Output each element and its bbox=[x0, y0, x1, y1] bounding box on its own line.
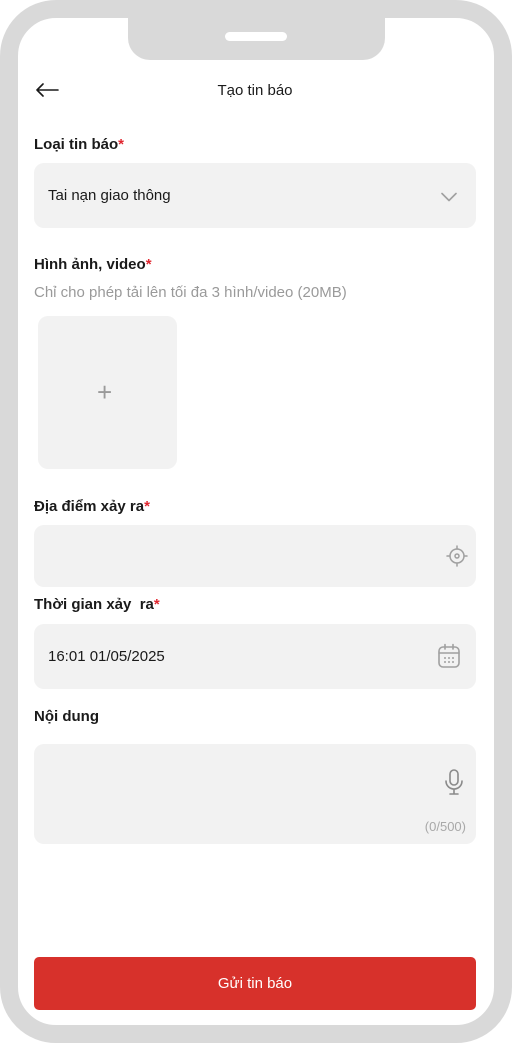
media-hint: Chỉ cho phép tải lên tối đa 3 hình/video… bbox=[34, 284, 347, 301]
location-label: Địa điểm xảy ra* bbox=[34, 498, 150, 515]
time-picker[interactable]: 16:01 01/05/2025 bbox=[34, 624, 476, 689]
content-textarea[interactable]: (0/500) bbox=[34, 744, 476, 844]
calendar-icon bbox=[437, 643, 461, 674]
report-type-label: Loại tin báo* bbox=[34, 136, 124, 153]
microphone-icon[interactable] bbox=[444, 769, 464, 801]
time-value: 16:01 01/05/2025 bbox=[48, 648, 165, 665]
header: Tạo tin báo bbox=[34, 76, 476, 108]
media-label-text: Hình ảnh, video bbox=[34, 256, 146, 273]
submit-report-button[interactable]: Gửi tin báo bbox=[34, 957, 476, 1010]
media-label: Hình ảnh, video* bbox=[34, 256, 152, 273]
report-type-label-text: Loại tin báo bbox=[34, 136, 119, 153]
required-mark: * bbox=[118, 136, 125, 153]
required-mark: * bbox=[145, 256, 152, 273]
locate-crosshair-icon[interactable] bbox=[446, 545, 468, 572]
create-report-screen: Tạo tin báo Loại tin báo* Tai nạn giao t… bbox=[0, 0, 512, 1043]
character-counter: (0/500) bbox=[424, 819, 466, 834]
chevron-down-icon bbox=[441, 189, 457, 207]
report-type-select[interactable]: Tai nạn giao thông bbox=[34, 163, 476, 228]
content-label: Nội dung bbox=[34, 708, 99, 725]
required-mark: * bbox=[144, 498, 150, 515]
time-label: Thời gian xảy ra* bbox=[34, 596, 160, 613]
report-type-value: Tai nạn giao thông bbox=[48, 187, 171, 204]
plus-icon: + bbox=[97, 377, 113, 407]
add-media-button[interactable]: + bbox=[38, 316, 177, 469]
location-label-text: Địa điểm xảy ra bbox=[34, 498, 145, 515]
location-field[interactable] bbox=[34, 525, 476, 587]
page-title: Tạo tin báo bbox=[217, 82, 293, 99]
required-mark: * bbox=[153, 596, 160, 613]
time-label-text: Thời gian xảy ra bbox=[34, 596, 154, 613]
